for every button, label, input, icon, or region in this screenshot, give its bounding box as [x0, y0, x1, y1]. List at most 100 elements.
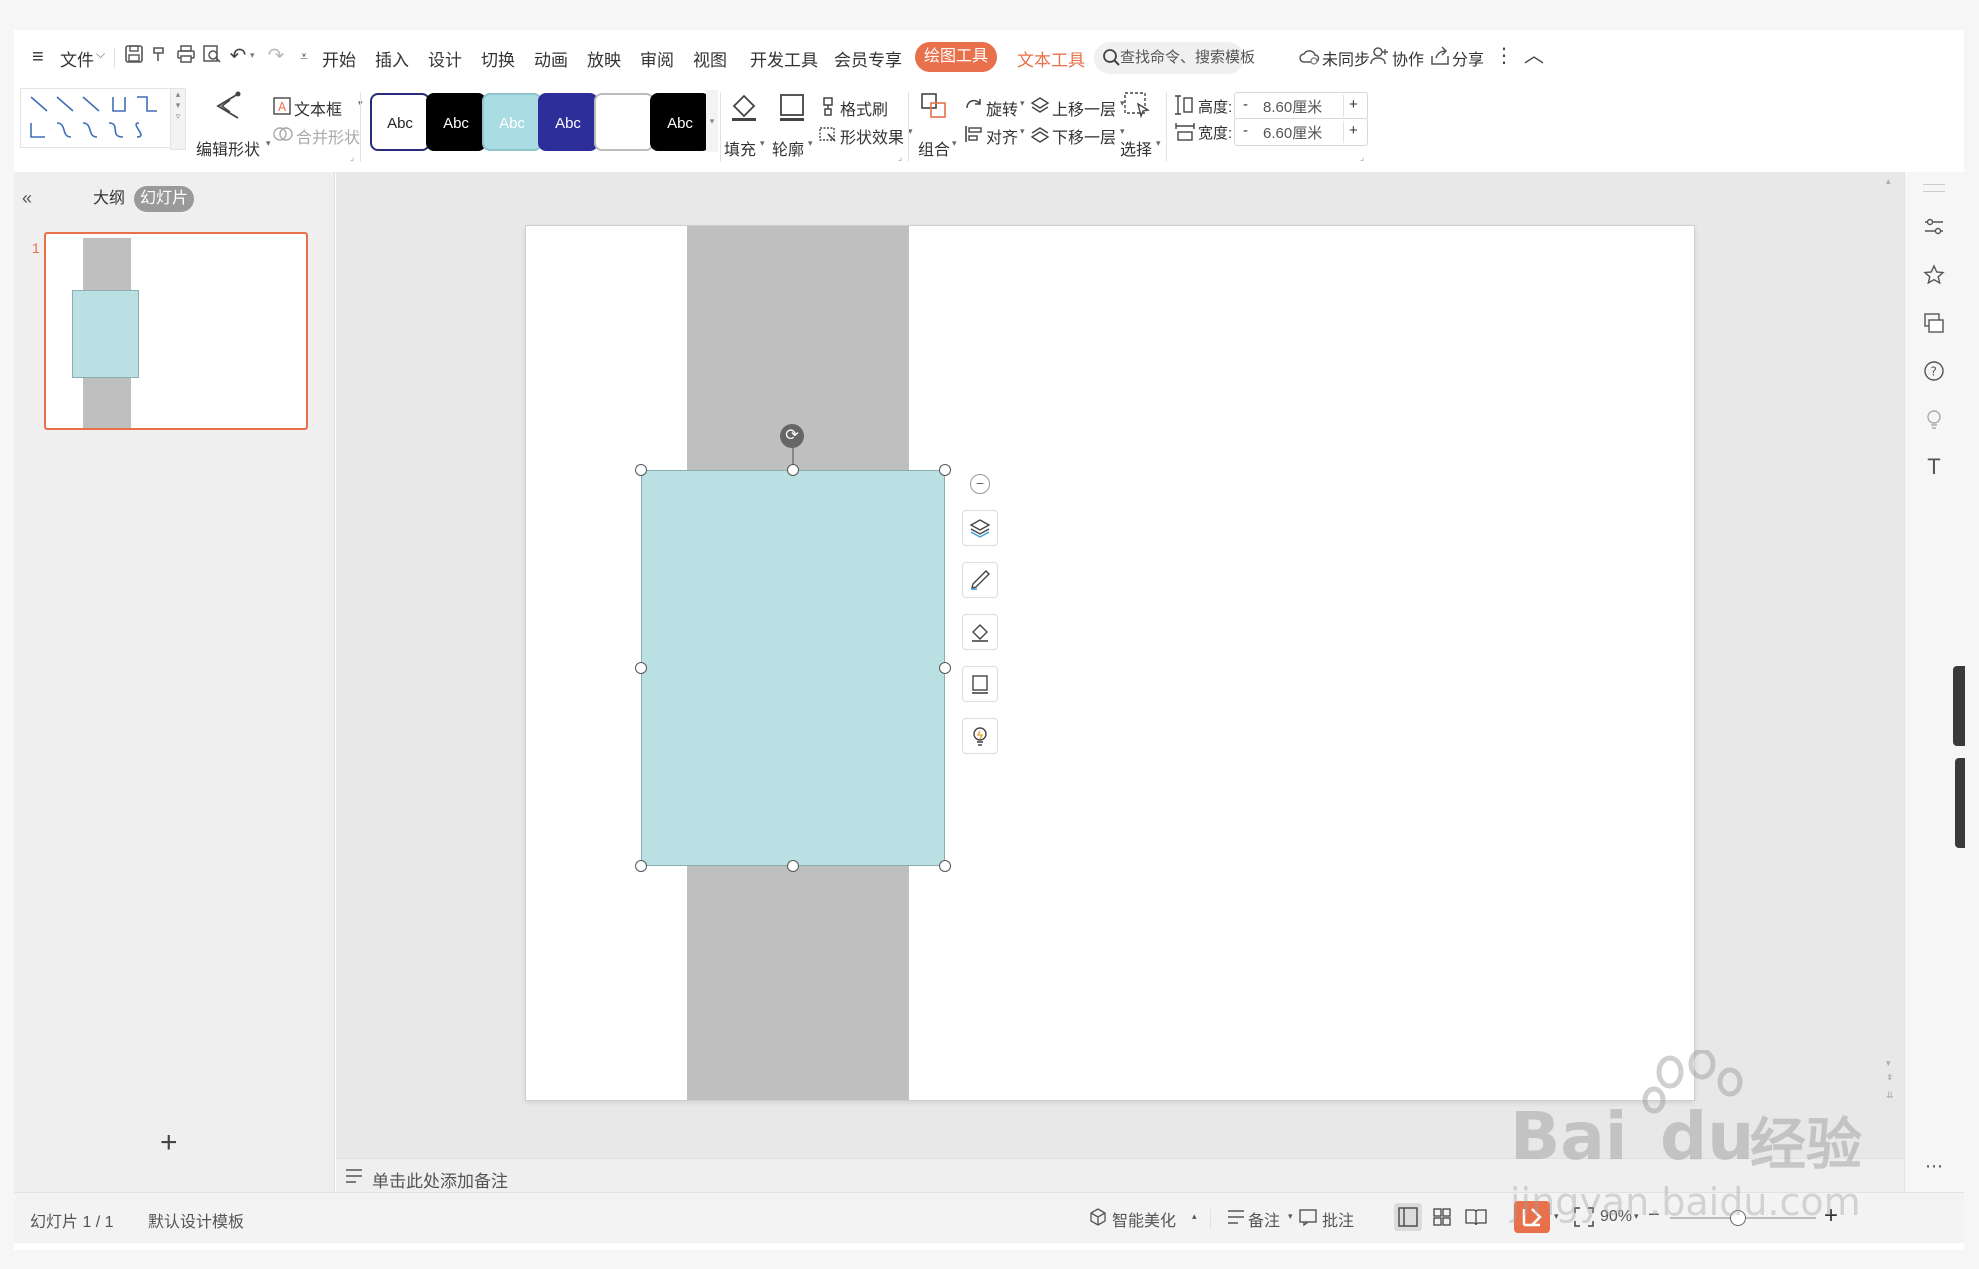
resize-handle-top[interactable] — [787, 464, 799, 476]
resize-handle-left[interactable] — [635, 662, 647, 674]
merge-shapes-label: 合并形状 — [296, 130, 361, 147]
print-icon[interactable] — [174, 44, 198, 68]
group-launcher-icon[interactable]: ⌟ — [898, 152, 902, 163]
selected-rectangle[interactable] — [641, 470, 945, 866]
outline-icon — [972, 675, 988, 694]
tab-home[interactable]: 开始 — [322, 46, 356, 71]
more-vertical-icon[interactable]: ⋮ — [1492, 44, 1516, 68]
app-menu-button[interactable]: ≡ 文件 ⌵ — [28, 40, 110, 74]
group-button[interactable]: 组合 ▾ — [912, 86, 957, 166]
user-add-icon — [1370, 46, 1390, 71]
search-box[interactable]: 查找命令、搜索模板 — [1094, 42, 1255, 74]
group-launcher-icon[interactable]: ⌟ — [350, 152, 354, 163]
star-icon[interactable] — [1919, 260, 1949, 290]
tab-slideshow[interactable]: 放映 — [587, 46, 621, 71]
width-decrease-button[interactable]: - — [1243, 122, 1248, 139]
slide-thumbnail[interactable] — [44, 232, 308, 430]
fill-bucket-icon — [728, 90, 760, 127]
collapse-panel-icon[interactable]: « — [22, 188, 32, 209]
dropdown-icon: ▾ — [1288, 1211, 1293, 1221]
style-sample-6[interactable]: Abc — [650, 93, 710, 151]
width-increase-button[interactable]: + — [1349, 122, 1358, 139]
print-preview-icon[interactable] — [200, 44, 224, 68]
side-panel-tab-2[interactable] — [1955, 758, 1965, 848]
collapse-float-toolbar-icon[interactable]: − — [970, 474, 990, 494]
style-gallery-scroll[interactable]: ▾ — [706, 90, 718, 152]
height-stepper[interactable]: - 8.60厘米 + — [1234, 92, 1368, 120]
text-format-icon[interactable]: T — [1919, 452, 1949, 482]
style-sample-3[interactable]: Abc — [482, 93, 542, 151]
save-icon[interactable] — [122, 44, 146, 68]
rotate-handle-icon[interactable]: ⟳ — [780, 424, 804, 448]
tab-view[interactable]: 视图 — [693, 46, 727, 71]
customize-toolbar-icon[interactable]: ⩡ — [292, 44, 316, 68]
collapse-ribbon-icon[interactable]: ︿ — [1522, 44, 1546, 68]
view-reading-button[interactable] — [1462, 1203, 1490, 1231]
properties-icon[interactable] — [1919, 212, 1949, 242]
dropdown-icon: ▾ — [760, 138, 765, 148]
resize-handle-bottom-left[interactable] — [635, 860, 647, 872]
fill-button[interactable]: 填充 ▾ — [722, 86, 766, 166]
edit-shape-icon — [212, 90, 246, 127]
width-value[interactable]: 6.60厘米 — [1263, 122, 1322, 143]
tab-member[interactable]: 会员专享 — [834, 46, 902, 71]
tab-insert[interactable]: 插入 — [375, 46, 409, 71]
float-style-button[interactable] — [962, 562, 998, 598]
style-sample-2[interactable]: Abc — [426, 93, 486, 151]
template-name[interactable]: 默认设计模板 — [148, 1208, 244, 1232]
tab-text-tools[interactable]: 文本工具 — [1017, 46, 1085, 71]
tab-outline[interactable]: 大纲 — [86, 186, 132, 212]
undo-icon[interactable]: ↶ — [226, 44, 250, 68]
resize-handle-right[interactable] — [939, 662, 951, 674]
float-layers-button[interactable] — [962, 510, 998, 546]
normal-view-icon — [1398, 1207, 1418, 1227]
outline-button[interactable]: 轮廓 ▾ — [770, 86, 814, 166]
lightbulb-icon[interactable] — [1919, 404, 1949, 434]
edit-shape-button[interactable]: 编辑形状 ▾ — [190, 86, 271, 166]
view-normal-button[interactable] — [1394, 1203, 1422, 1231]
group-launcher-icon[interactable]: ⌟ — [1360, 152, 1364, 163]
tab-review[interactable]: 审阅 — [640, 46, 674, 71]
format-painter-label: 格式刷 — [840, 102, 889, 119]
notes-lines-icon — [1226, 1208, 1246, 1231]
float-outline-button[interactable] — [962, 666, 998, 702]
select-button[interactable]: 选择 ▾ — [1118, 86, 1162, 166]
resize-handle-bottom-right[interactable] — [939, 860, 951, 872]
tab-developer[interactable]: 开发工具 — [750, 46, 818, 71]
resize-handle-top-right[interactable] — [939, 464, 951, 476]
baidu-watermark: Bai du 经验 jingyan.baidu.com — [1510, 1050, 1910, 1230]
more-horizontal-icon[interactable]: ⋯ — [1925, 1156, 1943, 1177]
redo-icon[interactable]: ↷ — [264, 44, 288, 68]
width-stepper[interactable]: - 6.60厘米 + — [1234, 118, 1368, 146]
resize-handle-top-left[interactable] — [635, 464, 647, 476]
workspace-scrollbar-track[interactable]: ▴ ▾ ⇟ ⇊ — [1886, 176, 1896, 1146]
grid-view-icon — [1433, 1208, 1451, 1226]
view-sorter-button[interactable] — [1428, 1203, 1456, 1231]
style-sample-1[interactable]: Abc — [370, 93, 430, 151]
cube-icon — [1088, 1207, 1108, 1232]
format-painter-quick-icon[interactable] — [148, 44, 172, 68]
undo-dropdown-icon[interactable]: ▾ — [250, 50, 255, 61]
resize-handle-bottom[interactable] — [787, 860, 799, 872]
float-smart-button[interactable] — [962, 718, 998, 754]
style-sample-5[interactable] — [594, 93, 654, 151]
slide-transition-icon[interactable] — [1919, 308, 1949, 338]
help-icon[interactable]: ? — [1919, 356, 1949, 386]
height-value[interactable]: 8.60厘米 — [1263, 96, 1322, 117]
height-decrease-button[interactable]: - — [1243, 96, 1248, 113]
tab-design[interactable]: 设计 — [428, 46, 462, 71]
tab-slides[interactable]: 幻灯片 — [134, 186, 194, 212]
notes-icon — [344, 1167, 364, 1190]
line-shape-gallery[interactable] — [20, 88, 172, 148]
line-shapes-icon — [30, 96, 157, 138]
shape-gallery-scroll[interactable]: ▴ ▾ ▿ — [170, 88, 186, 150]
tab-drawing-tools[interactable]: 绘图工具 — [915, 42, 997, 72]
tab-transition[interactable]: 切换 — [481, 46, 515, 71]
float-fill-button[interactable] — [962, 614, 998, 650]
tab-animation[interactable]: 动画 — [534, 46, 568, 71]
style-sample-4[interactable]: Abc — [538, 93, 598, 151]
scroll-up-icon[interactable]: ▴ — [1886, 176, 1891, 187]
side-panel-tab-1[interactable] — [1953, 666, 1965, 746]
add-slide-button[interactable]: + — [160, 1128, 178, 1158]
height-increase-button[interactable]: + — [1349, 96, 1358, 113]
